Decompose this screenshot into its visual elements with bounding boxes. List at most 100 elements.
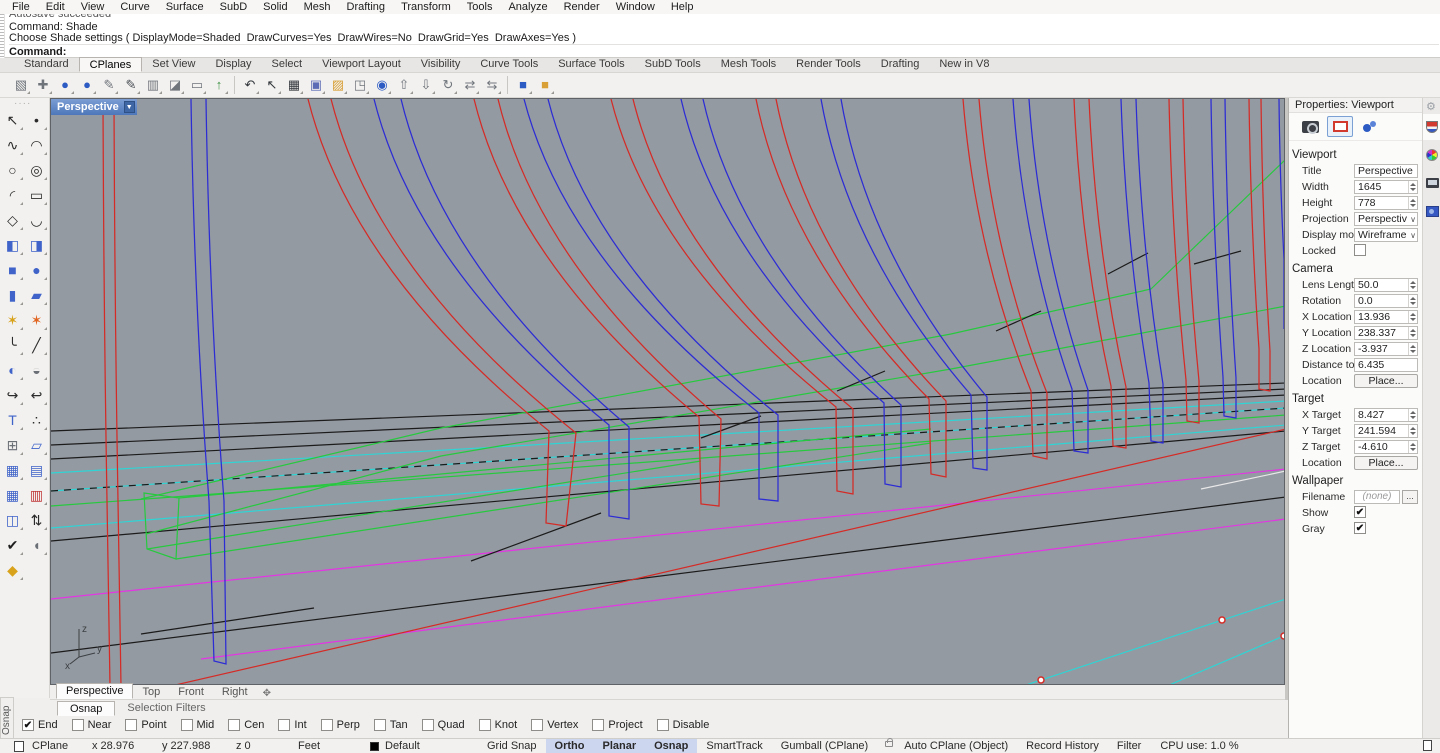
toolbar-tab-render-tools[interactable]: Render Tools xyxy=(786,57,871,72)
toolbar-tab-subd-tools[interactable]: SubD Tools xyxy=(635,57,711,72)
spin-up-icon[interactable] xyxy=(1410,443,1416,446)
spin-down-icon[interactable] xyxy=(1410,286,1416,289)
freeform-curve-icon[interactable]: ◡ xyxy=(26,210,48,231)
orient-icon[interactable]: ⇅ xyxy=(26,510,48,531)
z-location-field[interactable]: -3.937 xyxy=(1354,342,1418,356)
status-toggle-ortho[interactable]: Ortho xyxy=(546,739,594,753)
osnap-checkbox-near[interactable] xyxy=(72,719,84,731)
menu-curve[interactable]: Curve xyxy=(112,0,157,14)
toolbar-tab-drafting[interactable]: Drafting xyxy=(871,57,930,72)
menu-surface[interactable]: Surface xyxy=(158,0,212,14)
camera-based-cplane-icon[interactable]: ◉ xyxy=(372,75,392,95)
toolbar-tab-mesh-tools[interactable]: Mesh Tools xyxy=(711,57,786,72)
move-cplane-down-icon[interactable]: ⇩ xyxy=(416,75,436,95)
rotation-spinner[interactable] xyxy=(1408,295,1417,307)
lasso-icon[interactable]: ◆ xyxy=(2,560,24,581)
layer-pane-icon[interactable] xyxy=(14,741,24,752)
fillet-icon[interactable]: ╰ xyxy=(2,335,24,356)
toolbar-tab-visibility[interactable]: Visibility xyxy=(411,57,471,72)
menu-transform[interactable]: Transform xyxy=(393,0,459,14)
toolbar-tab-viewport-layout[interactable]: Viewport Layout xyxy=(312,57,411,72)
camera-properties-button[interactable] xyxy=(1297,116,1323,137)
boolean-difference-icon[interactable]: ◒ xyxy=(26,360,48,381)
move-icon[interactable]: ▦ xyxy=(2,460,24,481)
osnap-option-end[interactable]: ✔End xyxy=(22,719,58,731)
display-mode-dropdown[interactable]: Wireframe∨ xyxy=(1354,228,1418,242)
sphere-icon[interactable]: ● xyxy=(26,260,48,281)
cplane-vertical-icon[interactable]: ▥ xyxy=(143,75,163,95)
spin-up-icon[interactable] xyxy=(1410,427,1416,430)
spin-up-icon[interactable] xyxy=(1410,411,1416,414)
undo-cplane-change-icon[interactable]: ↶ xyxy=(240,75,260,95)
osnap-option-mid[interactable]: Mid xyxy=(181,719,215,731)
export-cplane-icon[interactable]: ◳ xyxy=(350,75,370,95)
gray-checkbox[interactable]: ✔ xyxy=(1354,522,1366,534)
rectangle-icon[interactable]: ▭ xyxy=(26,185,48,206)
arc-icon[interactable]: ◜ xyxy=(2,185,24,206)
y-target-spinner[interactable] xyxy=(1408,425,1417,437)
panel-toggle-icon[interactable] xyxy=(1423,740,1432,751)
command-history[interactable]: Autosave succeeded Command: Shade Choose… xyxy=(0,14,1440,58)
display-mode-properties-button[interactable] xyxy=(1357,116,1383,137)
viewport-tab-move-icon[interactable]: ✥ xyxy=(257,688,277,699)
check-objects-icon[interactable]: ✔ xyxy=(2,535,24,556)
spin-down-icon[interactable] xyxy=(1410,448,1416,451)
osnap-checkbox-knot[interactable] xyxy=(479,719,491,731)
circle-icon[interactable]: ○ xyxy=(2,160,24,181)
spin-up-icon[interactable] xyxy=(1410,183,1416,186)
menu-mesh[interactable]: Mesh xyxy=(296,0,339,14)
named-cplanes-icon[interactable]: ■ xyxy=(513,75,533,95)
osnap-checkbox-quad[interactable] xyxy=(422,719,434,731)
polygon-icon[interactable]: ◇ xyxy=(2,210,24,231)
osnap-option-vertex[interactable]: Vertex xyxy=(531,719,578,731)
cplane-zaxis-icon[interactable]: ↑ xyxy=(209,75,229,95)
osnap-option-near[interactable]: Near xyxy=(72,719,112,731)
viewport-properties-button[interactable] xyxy=(1327,116,1353,137)
spin-up-icon[interactable] xyxy=(1410,297,1416,300)
group-icon[interactable]: ⊞ xyxy=(2,435,24,456)
interpolate-curve-icon[interactable]: ◠ xyxy=(26,135,48,156)
viewport-menu-chevron-icon[interactable]: ▼ xyxy=(124,101,135,113)
toolbar-tab-curve-tools[interactable]: Curve Tools xyxy=(470,57,548,72)
y-location-field[interactable]: 238.337 xyxy=(1354,326,1418,340)
viewport-title-tab[interactable]: Perspective ▼ xyxy=(51,99,137,115)
osnap-checkbox-project[interactable] xyxy=(592,719,604,731)
box-icon[interactable]: ■ xyxy=(2,260,24,281)
open-cplane-icon[interactable]: ▨ xyxy=(328,75,348,95)
osnap-checkbox-cen[interactable] xyxy=(228,719,240,731)
array-along-surface-icon[interactable]: ▤ xyxy=(26,460,48,481)
width-spinner[interactable] xyxy=(1408,181,1417,193)
osnap-option-tan[interactable]: Tan xyxy=(374,719,408,731)
height-spinner[interactable] xyxy=(1408,197,1417,209)
filename-input[interactable]: (none) xyxy=(1354,490,1400,504)
y-target-field[interactable]: 241.594 xyxy=(1354,424,1418,438)
plane-through-points-icon[interactable]: ▱ xyxy=(26,435,48,456)
viewport-tab-top[interactable]: Top xyxy=(133,685,169,699)
spin-down-icon[interactable] xyxy=(1410,350,1416,353)
menu-window[interactable]: Window xyxy=(608,0,663,14)
cplane-to-object-icon[interactable]: ● xyxy=(55,75,75,95)
cplane-offset-icon[interactable]: ▭ xyxy=(187,75,207,95)
osnap-option-knot[interactable]: Knot xyxy=(479,719,518,731)
tab-display[interactable] xyxy=(1423,170,1440,196)
command-area-grip[interactable] xyxy=(0,14,5,58)
linear-array-icon[interactable]: ▥ xyxy=(26,485,48,506)
show-checkbox[interactable]: ✔ xyxy=(1354,506,1366,518)
menu-view[interactable]: View xyxy=(73,0,113,14)
menu-file[interactable]: File xyxy=(4,0,38,14)
toolbar-tab-set-view[interactable]: Set View xyxy=(142,57,205,72)
menu-tools[interactable]: Tools xyxy=(459,0,501,14)
spin-down-icon[interactable] xyxy=(1410,416,1416,419)
osnap-checkbox-int[interactable] xyxy=(278,719,290,731)
locked-checkbox[interactable] xyxy=(1354,244,1366,256)
status-units[interactable]: Feet xyxy=(298,740,370,752)
osnap-side-tab[interactable]: Osnap xyxy=(0,697,14,744)
z-location-spinner[interactable] xyxy=(1408,343,1417,355)
spin-down-icon[interactable] xyxy=(1410,188,1416,191)
cplane-to-curve-icon[interactable]: ✎ xyxy=(99,75,119,95)
status-toggle-osnap[interactable]: Osnap xyxy=(645,739,697,753)
title-input[interactable]: Perspective xyxy=(1354,164,1418,178)
x-location-field[interactable]: 13.936 xyxy=(1354,310,1418,324)
x-location-spinner[interactable] xyxy=(1408,311,1417,323)
toolbar-tab-display[interactable]: Display xyxy=(205,57,261,72)
